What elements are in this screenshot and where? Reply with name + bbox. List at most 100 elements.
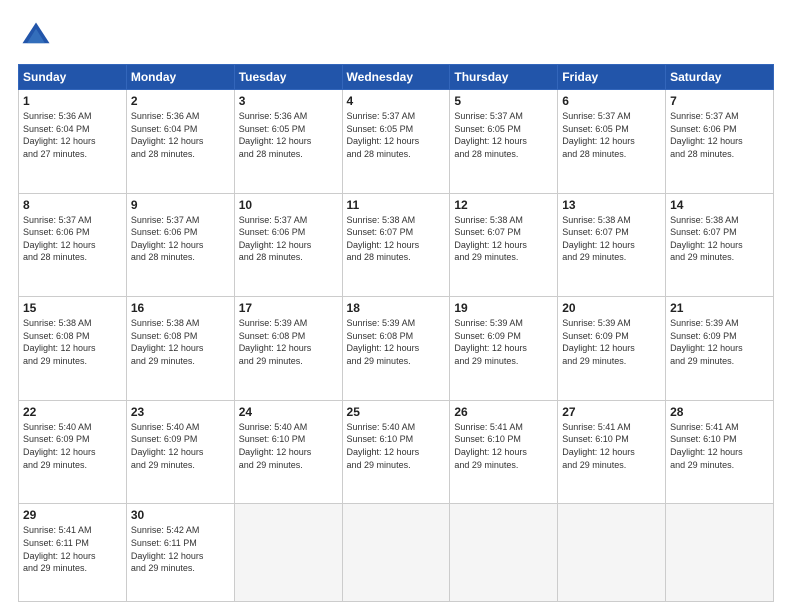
day-number: 4 — [347, 94, 446, 108]
day-number: 15 — [23, 301, 122, 315]
table-row: 22 Sunrise: 5:40 AM Sunset: 6:09 PM Dayl… — [19, 400, 127, 504]
day-number: 13 — [562, 198, 661, 212]
day-info: Sunrise: 5:40 AM Sunset: 6:10 PM Dayligh… — [239, 422, 312, 470]
table-row: 3 Sunrise: 5:36 AM Sunset: 6:05 PM Dayli… — [234, 90, 342, 194]
table-row: 20 Sunrise: 5:39 AM Sunset: 6:09 PM Dayl… — [558, 297, 666, 401]
day-number: 16 — [131, 301, 230, 315]
col-header-tuesday: Tuesday — [234, 65, 342, 90]
day-number: 28 — [670, 405, 769, 419]
day-number: 26 — [454, 405, 553, 419]
table-row: 10 Sunrise: 5:37 AM Sunset: 6:06 PM Dayl… — [234, 193, 342, 297]
day-number: 7 — [670, 94, 769, 108]
day-info: Sunrise: 5:39 AM Sunset: 6:09 PM Dayligh… — [454, 318, 527, 366]
day-info: Sunrise: 5:37 AM Sunset: 6:06 PM Dayligh… — [670, 111, 743, 159]
table-row — [666, 504, 774, 602]
day-info: Sunrise: 5:39 AM Sunset: 6:08 PM Dayligh… — [347, 318, 420, 366]
logo-icon — [18, 18, 54, 54]
col-header-saturday: Saturday — [666, 65, 774, 90]
table-row: 18 Sunrise: 5:39 AM Sunset: 6:08 PM Dayl… — [342, 297, 450, 401]
table-row: 19 Sunrise: 5:39 AM Sunset: 6:09 PM Dayl… — [450, 297, 558, 401]
col-header-monday: Monday — [126, 65, 234, 90]
header — [18, 18, 774, 54]
day-number: 9 — [131, 198, 230, 212]
day-info: Sunrise: 5:37 AM Sunset: 6:06 PM Dayligh… — [23, 215, 96, 263]
day-info: Sunrise: 5:39 AM Sunset: 6:09 PM Dayligh… — [562, 318, 635, 366]
table-row: 14 Sunrise: 5:38 AM Sunset: 6:07 PM Dayl… — [666, 193, 774, 297]
table-row — [450, 504, 558, 602]
day-info: Sunrise: 5:37 AM Sunset: 6:06 PM Dayligh… — [131, 215, 204, 263]
table-row: 2 Sunrise: 5:36 AM Sunset: 6:04 PM Dayli… — [126, 90, 234, 194]
col-header-wednesday: Wednesday — [342, 65, 450, 90]
day-info: Sunrise: 5:38 AM Sunset: 6:07 PM Dayligh… — [562, 215, 635, 263]
day-info: Sunrise: 5:36 AM Sunset: 6:05 PM Dayligh… — [239, 111, 312, 159]
day-info: Sunrise: 5:36 AM Sunset: 6:04 PM Dayligh… — [131, 111, 204, 159]
table-row: 7 Sunrise: 5:37 AM Sunset: 6:06 PM Dayli… — [666, 90, 774, 194]
table-row: 28 Sunrise: 5:41 AM Sunset: 6:10 PM Dayl… — [666, 400, 774, 504]
day-number: 8 — [23, 198, 122, 212]
table-row: 13 Sunrise: 5:38 AM Sunset: 6:07 PM Dayl… — [558, 193, 666, 297]
day-info: Sunrise: 5:40 AM Sunset: 6:09 PM Dayligh… — [23, 422, 96, 470]
day-info: Sunrise: 5:42 AM Sunset: 6:11 PM Dayligh… — [131, 525, 204, 573]
day-number: 18 — [347, 301, 446, 315]
day-info: Sunrise: 5:41 AM Sunset: 6:10 PM Dayligh… — [562, 422, 635, 470]
table-row — [558, 504, 666, 602]
day-info: Sunrise: 5:38 AM Sunset: 6:08 PM Dayligh… — [23, 318, 96, 366]
day-number: 20 — [562, 301, 661, 315]
day-number: 6 — [562, 94, 661, 108]
table-row — [342, 504, 450, 602]
table-row: 6 Sunrise: 5:37 AM Sunset: 6:05 PM Dayli… — [558, 90, 666, 194]
day-number: 23 — [131, 405, 230, 419]
table-row: 25 Sunrise: 5:40 AM Sunset: 6:10 PM Dayl… — [342, 400, 450, 504]
day-number: 30 — [131, 508, 230, 522]
day-number: 10 — [239, 198, 338, 212]
day-info: Sunrise: 5:37 AM Sunset: 6:06 PM Dayligh… — [239, 215, 312, 263]
table-row: 29 Sunrise: 5:41 AM Sunset: 6:11 PM Dayl… — [19, 504, 127, 602]
table-row: 17 Sunrise: 5:39 AM Sunset: 6:08 PM Dayl… — [234, 297, 342, 401]
day-info: Sunrise: 5:39 AM Sunset: 6:09 PM Dayligh… — [670, 318, 743, 366]
day-info: Sunrise: 5:38 AM Sunset: 6:07 PM Dayligh… — [454, 215, 527, 263]
day-number: 19 — [454, 301, 553, 315]
table-row: 15 Sunrise: 5:38 AM Sunset: 6:08 PM Dayl… — [19, 297, 127, 401]
table-row: 8 Sunrise: 5:37 AM Sunset: 6:06 PM Dayli… — [19, 193, 127, 297]
table-row: 26 Sunrise: 5:41 AM Sunset: 6:10 PM Dayl… — [450, 400, 558, 504]
day-number: 12 — [454, 198, 553, 212]
day-number: 27 — [562, 405, 661, 419]
day-info: Sunrise: 5:37 AM Sunset: 6:05 PM Dayligh… — [562, 111, 635, 159]
day-number: 25 — [347, 405, 446, 419]
table-row — [234, 504, 342, 602]
day-info: Sunrise: 5:38 AM Sunset: 6:07 PM Dayligh… — [347, 215, 420, 263]
day-number: 22 — [23, 405, 122, 419]
day-info: Sunrise: 5:37 AM Sunset: 6:05 PM Dayligh… — [454, 111, 527, 159]
table-row: 11 Sunrise: 5:38 AM Sunset: 6:07 PM Dayl… — [342, 193, 450, 297]
calendar-table: SundayMondayTuesdayWednesdayThursdayFrid… — [18, 64, 774, 602]
day-info: Sunrise: 5:41 AM Sunset: 6:10 PM Dayligh… — [670, 422, 743, 470]
day-number: 5 — [454, 94, 553, 108]
table-row: 5 Sunrise: 5:37 AM Sunset: 6:05 PM Dayli… — [450, 90, 558, 194]
day-number: 29 — [23, 508, 122, 522]
table-row: 9 Sunrise: 5:37 AM Sunset: 6:06 PM Dayli… — [126, 193, 234, 297]
table-row: 21 Sunrise: 5:39 AM Sunset: 6:09 PM Dayl… — [666, 297, 774, 401]
day-info: Sunrise: 5:41 AM Sunset: 6:11 PM Dayligh… — [23, 525, 96, 573]
day-number: 2 — [131, 94, 230, 108]
table-row: 16 Sunrise: 5:38 AM Sunset: 6:08 PM Dayl… — [126, 297, 234, 401]
day-number: 17 — [239, 301, 338, 315]
table-row: 30 Sunrise: 5:42 AM Sunset: 6:11 PM Dayl… — [126, 504, 234, 602]
table-row: 1 Sunrise: 5:36 AM Sunset: 6:04 PM Dayli… — [19, 90, 127, 194]
table-row: 24 Sunrise: 5:40 AM Sunset: 6:10 PM Dayl… — [234, 400, 342, 504]
day-number: 3 — [239, 94, 338, 108]
table-row: 23 Sunrise: 5:40 AM Sunset: 6:09 PM Dayl… — [126, 400, 234, 504]
table-row: 4 Sunrise: 5:37 AM Sunset: 6:05 PM Dayli… — [342, 90, 450, 194]
day-info: Sunrise: 5:38 AM Sunset: 6:08 PM Dayligh… — [131, 318, 204, 366]
day-number: 24 — [239, 405, 338, 419]
day-info: Sunrise: 5:39 AM Sunset: 6:08 PM Dayligh… — [239, 318, 312, 366]
day-info: Sunrise: 5:40 AM Sunset: 6:10 PM Dayligh… — [347, 422, 420, 470]
day-info: Sunrise: 5:40 AM Sunset: 6:09 PM Dayligh… — [131, 422, 204, 470]
day-info: Sunrise: 5:41 AM Sunset: 6:10 PM Dayligh… — [454, 422, 527, 470]
col-header-friday: Friday — [558, 65, 666, 90]
day-info: Sunrise: 5:38 AM Sunset: 6:07 PM Dayligh… — [670, 215, 743, 263]
col-header-thursday: Thursday — [450, 65, 558, 90]
day-info: Sunrise: 5:37 AM Sunset: 6:05 PM Dayligh… — [347, 111, 420, 159]
table-row: 27 Sunrise: 5:41 AM Sunset: 6:10 PM Dayl… — [558, 400, 666, 504]
day-number: 21 — [670, 301, 769, 315]
day-number: 1 — [23, 94, 122, 108]
